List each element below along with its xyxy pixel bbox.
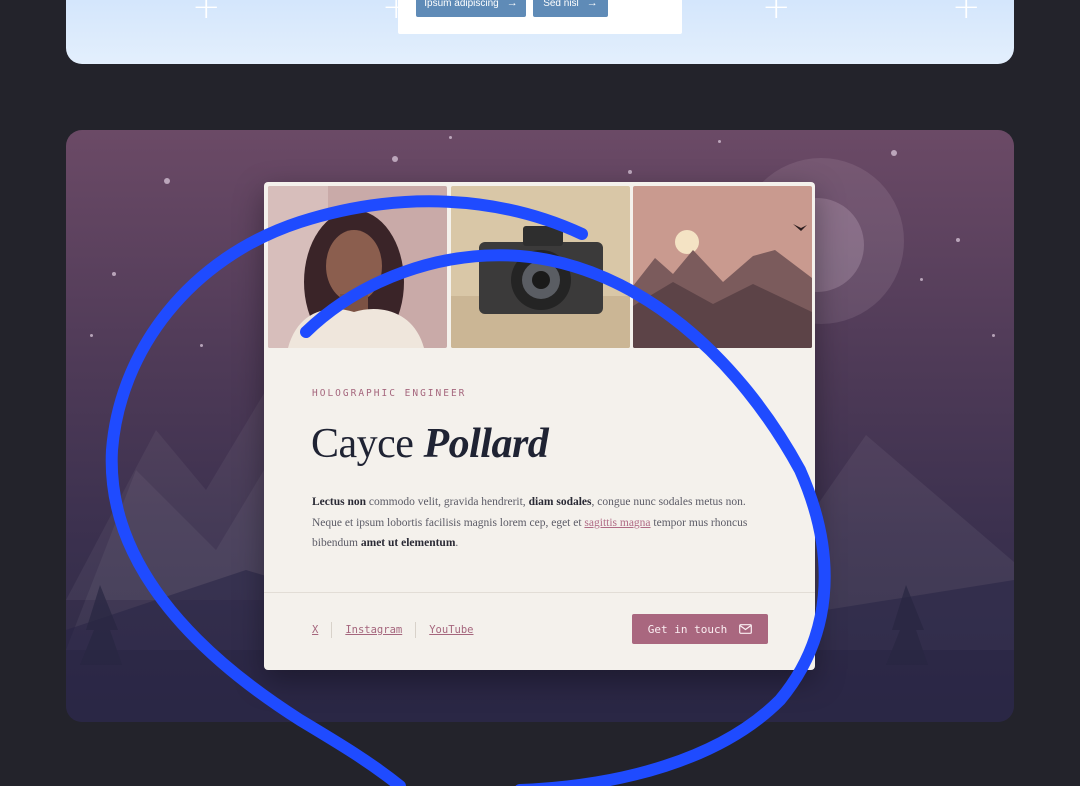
button-label: Ipsum adipiscing [424,0,499,9]
button-label: Get in touch [647,622,728,636]
button-label: Sed nisl [543,0,579,9]
profile-bio: Lectus non commodo velit, gravida hendre… [312,492,772,554]
job-title: HOLOGRAPHIC ENGINEER [312,388,467,399]
separator [415,622,417,638]
arrow-right-icon: → [586,0,598,9]
plus-icon: + [952,0,981,27]
arrow-right-icon: → [506,0,518,9]
camera-image [451,186,630,348]
portrait-photo [268,186,447,348]
mountains-photo [633,186,812,348]
social-link-youtube[interactable]: YouTube [429,624,473,636]
first-name: Cayce [311,421,414,467]
social-links: X Instagram YouTube [312,622,474,638]
portrait-image [268,186,447,348]
mountains-image [633,186,812,348]
get-in-touch-button[interactable]: Get in touch [632,614,768,644]
social-link-instagram[interactable]: Instagram [345,624,402,636]
bio-link[interactable]: sagittis magna [584,517,650,529]
profile-name: Cayce Pollard [311,420,549,468]
sed-nisl-button[interactable]: Sed nisl → [533,0,608,17]
social-link-x[interactable]: X [312,624,318,636]
plus-icon: + [762,0,791,27]
plus-icon: + [192,0,221,27]
bio-bold: Lectus non [312,496,366,508]
camera-photo [451,186,630,348]
mail-icon [739,624,753,634]
bio-bold: amet ut elementum [360,537,456,549]
separator [331,622,333,638]
ipsum-adipiscing-button[interactable]: Ipsum adipiscing → [416,0,526,17]
bio-bold: diam sodales [528,496,592,508]
bio-text: . [455,537,459,549]
last-name: Pollard [423,421,549,467]
divider [264,592,815,593]
profile-card: HOLOGRAPHIC ENGINEER Cayce Pollard Lectu… [264,182,815,670]
bio-text: commodo velit, gravida hendrerit, [366,496,529,508]
